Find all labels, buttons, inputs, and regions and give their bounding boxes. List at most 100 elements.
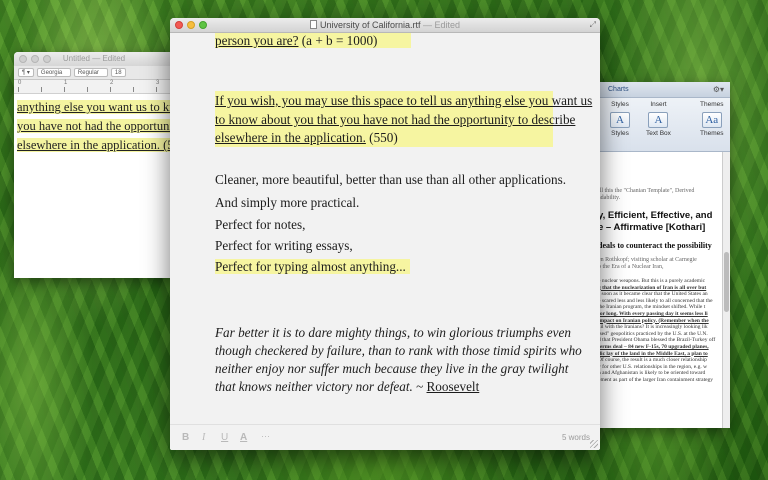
more-options-button[interactable]: ··· <box>261 431 270 441</box>
main-editor-window[interactable]: University of California.rtf — Edited ⤢ … <box>170 18 600 450</box>
bold-button[interactable]: B <box>182 432 189 443</box>
doc-line: Perfect for typing almost anything... <box>215 259 410 275</box>
ruler-number: 3 <box>156 80 160 86</box>
underline-button[interactable]: U <box>221 432 228 443</box>
text-box-icon[interactable]: A <box>648 112 669 128</box>
document-icon[interactable] <box>309 20 317 29</box>
word-count: 5 words <box>561 433 590 442</box>
font-button[interactable]: A <box>240 432 247 443</box>
doc-line: o the Era of a Nuclear Iran, <box>598 264 664 270</box>
window-title: Untitled <box>62 54 90 63</box>
doc-line: ement as part of the larger Iran contain… <box>598 376 714 383</box>
scrollbar-thumb[interactable] <box>724 252 729 312</box>
prompt-line: If you wish, you may use this space to t… <box>215 93 593 108</box>
quote-line: though checkered by failure, than to ran… <box>215 343 582 358</box>
font-family-select[interactable]: Georgia <box>36 68 71 77</box>
quote-line: that knows neither victory nor defeat. ~… <box>215 379 479 395</box>
prompt-line: to know about you that you have not had … <box>215 112 576 127</box>
prompt-line: elsewhere in the application. <box>215 130 366 145</box>
styles-button-label[interactable]: Styles <box>611 130 629 137</box>
minimize-button[interactable] <box>187 21 195 29</box>
ribbon-groups: Styles A Styles Insert A Text Box Themes… <box>588 98 730 152</box>
quote-author-link[interactable]: Roosevelt <box>427 379 480 394</box>
doc-line: impact on Iranian policy. (Remember when… <box>598 317 709 324</box>
doc-line: you have not had the opportunit <box>17 119 174 133</box>
gear-icon[interactable]: ⚙▾ <box>713 85 724 94</box>
window-controls <box>175 21 207 29</box>
ruler-number: 1 <box>64 80 68 86</box>
doc-line: elsewhere in the application. (55 <box>17 138 174 152</box>
prompt-count: (550) <box>365 130 398 145</box>
fullscreen-icon[interactable]: ⤢ <box>590 21 596 29</box>
text-box-button-label[interactable]: Text Box <box>646 130 671 137</box>
doc-line: adability. <box>598 195 621 201</box>
doc-line: terms deal – 84 new F-15s, 70 upgraded p… <box>598 343 709 350</box>
untitled-document-text[interactable]: anything else you want us to kno you hav… <box>14 94 174 155</box>
word-document[interactable]: ill this the "Chanian Template", Derived… <box>588 152 730 384</box>
close-button[interactable] <box>19 55 27 63</box>
doc-subheading: deals to counteract the possibility <box>598 241 712 250</box>
minimize-button[interactable] <box>31 55 39 63</box>
main-window-titlebar[interactable]: University of California.rtf — Edited ⤢ <box>170 18 600 33</box>
font-size-select[interactable]: 18 <box>110 68 126 77</box>
ruler[interactable]: 0 1 2 3 <box>14 80 174 94</box>
ribbon-tabs: Charts ⚙▾ <box>588 82 730 98</box>
ruler-tick <box>18 87 19 92</box>
doc-line: elsewhere in the application. (550) <box>215 130 398 146</box>
doc-line: n and Afghanistan is likely to be orient… <box>598 370 706 377</box>
ruler-number: 0 <box>18 80 22 86</box>
doc-line: to know about you that you have not had … <box>215 112 575 128</box>
doc-line: d that President Obama blessed the Brazi… <box>598 337 716 344</box>
untitled-window-titlebar[interactable]: Untitled — Edited <box>14 52 174 66</box>
themes-button-label[interactable]: Themes <box>700 130 723 137</box>
document-text-area[interactable]: person you are? (a + b = 1000) If you wi… <box>170 33 600 424</box>
ruler-tick <box>110 87 111 92</box>
plain-text: (a + b = 1000) <box>298 33 378 48</box>
window-controls <box>19 55 51 63</box>
styles-icon[interactable]: A <box>610 112 630 128</box>
doc-line: Perfect for notes, <box>215 217 306 232</box>
doc-line: person you are? (a + b = 1000) <box>215 33 412 49</box>
quote-line: neither enjoy nor suffer much because th… <box>215 361 569 376</box>
doc-heading: y, Efficient, Effective, and <box>598 210 713 221</box>
ruler-tick <box>64 87 65 92</box>
word-window[interactable]: Charts ⚙▾ Styles A Styles Insert A Text … <box>588 82 730 428</box>
ribbon-group-themes: Themes Aa Themes <box>700 101 723 137</box>
doc-line: s soon as it became clear that the Unite… <box>598 291 708 298</box>
italic-button[interactable]: I <box>202 432 205 443</box>
font-style-select[interactable]: Regular <box>73 68 108 77</box>
doc-line: en Rothkopf; visiting scholar at Carnegi… <box>598 257 697 263</box>
group-label: Insert <box>650 101 667 108</box>
paragraph-style-select[interactable]: ¶ ▾ <box>18 68 34 77</box>
ribbon-group-insert: Insert A Text Box <box>646 101 671 137</box>
resize-grip-icon[interactable] <box>590 440 598 448</box>
zoom-button[interactable] <box>43 55 51 63</box>
doc-line: g that the nuclearization of Iran is all… <box>598 284 707 291</box>
window-title: University of California.rtf <box>319 20 421 30</box>
highlighted-text: Perfect for typing almost anything... <box>215 259 410 274</box>
ruler-tick <box>156 87 157 92</box>
quote-line: Far better it is to dare mighty things, … <box>215 325 571 340</box>
doc-line: Of course, the result is a much closer r… <box>598 357 707 364</box>
doc-heading: e – Affirmative [Kothari] <box>598 222 706 233</box>
format-bar: ¶ ▾ Georgia Regular 18 <box>14 66 174 80</box>
doc-line: the Iranian program, the mindset shifted… <box>598 304 706 311</box>
group-label: Themes <box>700 101 724 108</box>
quote-attribution-prefix: ~ <box>412 379 427 394</box>
untitled-window[interactable]: Untitled — Edited ¶ ▾ Georgia Regular 18… <box>14 52 174 278</box>
tab-charts[interactable]: Charts <box>608 86 629 93</box>
doc-line: Perfect for writing essays, <box>215 238 353 253</box>
close-button[interactable] <box>175 21 183 29</box>
themes-icon[interactable]: Aa <box>701 112 722 128</box>
ruler-number: 2 <box>110 80 114 86</box>
vertical-scrollbar[interactable] <box>722 152 730 428</box>
doc-line: dic lay of the land in the Middle East, … <box>598 350 708 357</box>
doc-line: If you wish, you may use this space to t… <box>215 93 592 109</box>
highlighted-text: person you are? <box>215 33 299 48</box>
bottom-toolbar: B I U A ··· 5 words <box>170 424 600 450</box>
doc-line: ail with the Iranians? It is increasingl… <box>598 324 708 331</box>
doc-line: for long. With every passing day it seem… <box>598 310 708 317</box>
edited-indicator[interactable]: — Edited <box>423 20 460 30</box>
zoom-button[interactable] <box>199 21 207 29</box>
doc-body: e nuclear weapons. But this is a purely … <box>598 278 730 384</box>
